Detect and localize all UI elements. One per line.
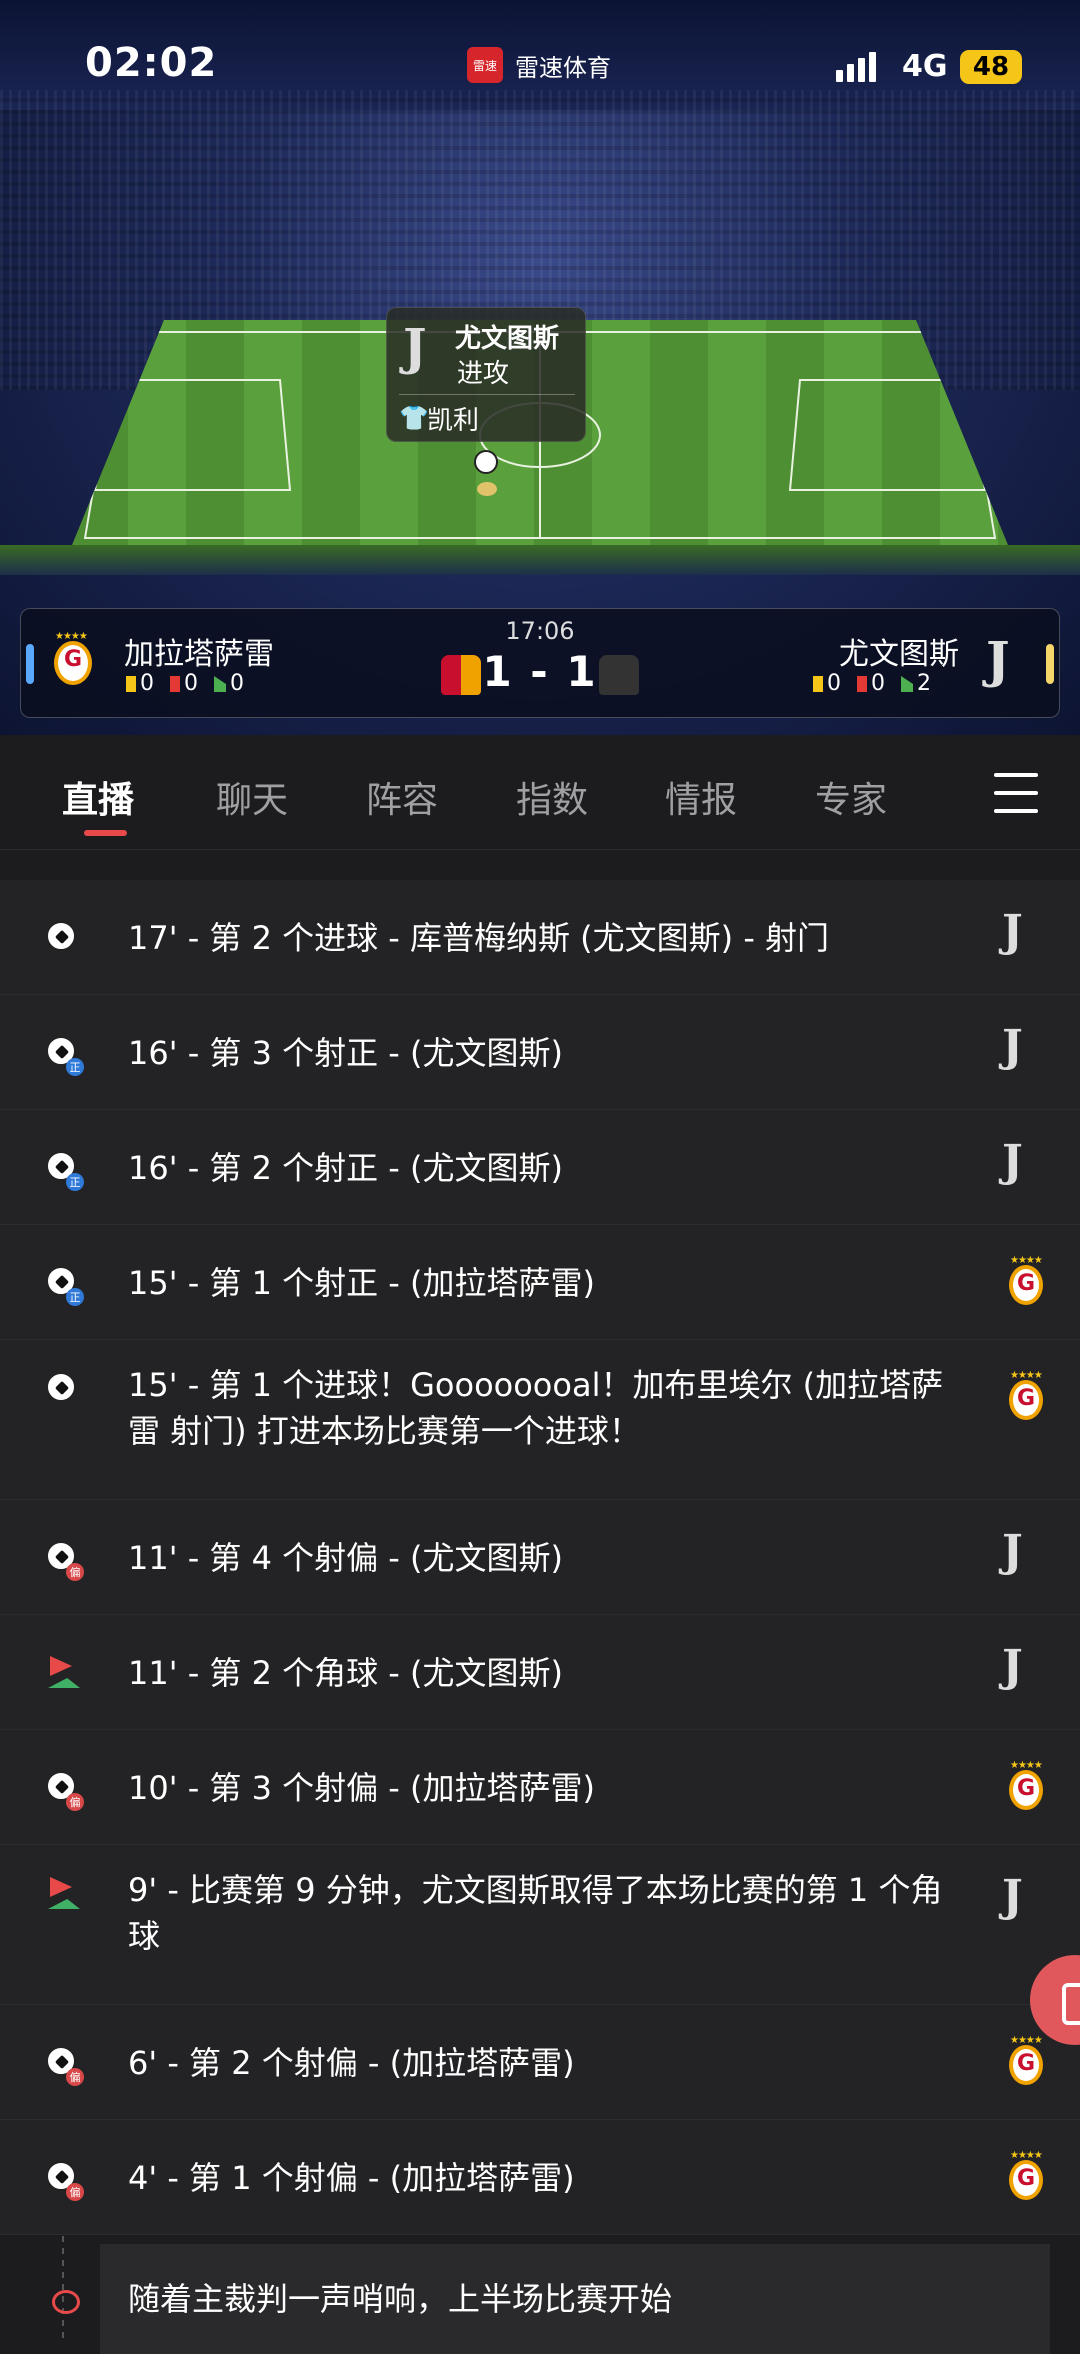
- event-row: 17' - 第 2 个进球 - 库普梅纳斯 (尤文图斯) - 射门 J: [0, 880, 1080, 995]
- event-row: 正 16' - 第 2 个射正 - (尤文图斯) J: [0, 1110, 1080, 1225]
- app-logo-icon: 雷速: [467, 47, 503, 83]
- menu-icon[interactable]: [994, 773, 1038, 813]
- network-type: 4G: [902, 49, 948, 84]
- signal-icon: [836, 52, 876, 82]
- tab-chat[interactable]: 聊天: [216, 771, 288, 823]
- tooltip-team: 尤文图斯: [455, 324, 560, 354]
- event-text: 11' - 第 4 个射偏 - (尤文图斯): [128, 1539, 563, 1577]
- event-text: 17' - 第 2 个进球 - 库普梅纳斯 (尤文图斯) - 射门: [128, 919, 830, 957]
- event-text: 随着主裁判一声哨响，上半场比赛开始: [128, 2280, 673, 2318]
- away-color-indicator: [1046, 644, 1054, 684]
- shirt-icon: 👕: [399, 404, 429, 432]
- galatasaray-logo-icon: ★★★★: [1002, 1760, 1050, 1816]
- shot-off-target-icon: 偏: [46, 1771, 84, 1811]
- goal-ball-icon: [46, 1372, 80, 1406]
- corner-flag-icon: [46, 1877, 80, 1911]
- away-yellow-cards: 0: [813, 671, 841, 696]
- live-event-feed[interactable]: 17' - 第 2 个进球 - 库普梅纳斯 (尤文图斯) - 射门 J 正 16' -…: [0, 850, 1080, 2354]
- tooltip-divider: [399, 394, 575, 395]
- tab-bar: 直播 聊天 阵容 指数 情报 专家: [0, 735, 1080, 850]
- event-row: 正 16' - 第 3 个射正 - (尤文图斯) J: [0, 995, 1080, 1110]
- juventus-logo-icon: J: [1002, 1526, 1023, 1577]
- shot-on-target-icon: 正: [46, 1266, 84, 1306]
- event-text: 11' - 第 2 个角球 - (尤文图斯): [128, 1654, 563, 1692]
- ball-position-marker: [477, 482, 497, 496]
- away-stats: 0 0 2: [813, 671, 931, 696]
- shot-off-target-icon: 偏: [46, 1541, 84, 1581]
- galatasaray-logo-icon: ★★★★: [1002, 1370, 1050, 1426]
- event-row: 9' - 比赛第 9 分钟，尤文图斯取得了本场比赛的第 1 个角球 J: [0, 1845, 1080, 2005]
- tab-intel[interactable]: 情报: [665, 771, 737, 823]
- app-title: 雷速 雷速体育: [467, 47, 611, 83]
- shot-off-target-icon: 偏: [46, 2161, 84, 2201]
- shot-on-target-icon: 正: [46, 1036, 84, 1076]
- event-row: 偏 11' - 第 4 个射偏 - (尤文图斯) J: [0, 1500, 1080, 1615]
- tab-lineup[interactable]: 阵容: [366, 771, 438, 823]
- away-red-cards: 0: [857, 671, 885, 696]
- tab-active-indicator: [84, 830, 127, 836]
- event-row: 偏 6' - 第 2 个射偏 - (加拉塔萨雷) ★★★★: [0, 2005, 1080, 2120]
- tooltip-action: 进攻: [457, 359, 510, 389]
- tab-experts[interactable]: 专家: [815, 771, 887, 823]
- away-shirt-icon: [599, 655, 639, 695]
- event-text: 6' - 第 2 个射偏 - (加拉塔萨雷): [128, 2044, 575, 2082]
- juventus-logo-icon: J: [1002, 1021, 1023, 1072]
- status-bar: 02:02 雷速 雷速体育 4G 48: [0, 0, 1080, 130]
- corner-flag-icon: [46, 1656, 80, 1690]
- juventus-logo-icon: J: [1002, 1136, 1023, 1187]
- scoreboard[interactable]: ★★★★ 加拉塔萨雷 0 0 0 17:06 1 - 1 尤文图斯 0 0 2 …: [20, 608, 1060, 718]
- event-text: 15' - 第 1 个射正 - (加拉塔萨雷): [128, 1264, 595, 1302]
- event-row: 偏 10' - 第 3 个射偏 - (加拉塔萨雷) ★★★★: [0, 1730, 1080, 1845]
- away-corners: 2: [901, 671, 931, 696]
- status-time: 02:02: [85, 40, 218, 86]
- event-text: 4' - 第 1 个射偏 - (加拉塔萨雷): [128, 2159, 575, 2197]
- juventus-logo-icon: J: [1002, 1871, 1023, 1922]
- tab-odds[interactable]: 指数: [516, 771, 588, 823]
- app-name: 雷速体育: [515, 53, 611, 82]
- event-row: 15' - 第 1 个进球！Goooooooal！加布里埃尔 (加拉塔萨雷 射门…: [0, 1340, 1080, 1500]
- event-row: 随着主裁判一声哨响，上半场比赛开始: [52, 2244, 1050, 2354]
- event-row: 偏 4' - 第 1 个射偏 - (加拉塔萨雷) ★★★★: [0, 2120, 1080, 2235]
- away-team-name: 尤文图斯: [839, 637, 959, 672]
- pitch-edge: [0, 545, 1080, 575]
- event-text: 15' - 第 1 个进球！Goooooooal！加布里埃尔 (加拉塔萨雷 射门…: [128, 1366, 944, 1450]
- galatasaray-logo-icon: ★★★★: [1002, 2150, 1050, 2206]
- juventus-logo-icon: J: [1002, 906, 1023, 957]
- galatasaray-logo-icon: ★★★★: [1002, 1255, 1050, 1311]
- event-text: 16' - 第 3 个射正 - (尤文图斯): [128, 1034, 563, 1072]
- live-event-tooltip: J 尤文图斯 进攻 👕 凯利: [386, 307, 586, 442]
- juventus-logo-icon: J: [986, 630, 1010, 689]
- event-text: 16' - 第 2 个射正 - (尤文图斯): [128, 1149, 563, 1187]
- juventus-logo-icon: J: [1002, 1641, 1023, 1692]
- battery-icon: 48: [960, 50, 1022, 84]
- event-row: 正 15' - 第 1 个射正 - (加拉塔萨雷) ★★★★: [0, 1225, 1080, 1340]
- shot-off-target-icon: 偏: [46, 2046, 84, 2086]
- goal-ball-icon: [46, 921, 80, 955]
- shot-on-target-icon: 正: [46, 1151, 84, 1191]
- galatasaray-logo-icon: ★★★★: [1002, 2035, 1050, 2091]
- ball-icon: [474, 450, 498, 474]
- whistle-icon: [46, 2282, 80, 2316]
- match-animation-stage: 02:02 雷速 雷速体育 4G 48 J 尤文图斯 进攻 👕 凯利 ★★★★ …: [0, 0, 1080, 735]
- event-text: 10' - 第 3 个射偏 - (加拉塔萨雷): [128, 1769, 595, 1807]
- event-text: 9' - 比赛第 9 分钟，尤文图斯取得了本场比赛的第 1 个角球: [128, 1871, 943, 1955]
- tooltip-player: 凯利: [427, 406, 480, 436]
- tab-live[interactable]: 直播: [62, 771, 134, 823]
- event-row: 11' - 第 2 个角球 - (尤文图斯) J: [0, 1615, 1080, 1730]
- juventus-logo-icon: J: [403, 317, 427, 376]
